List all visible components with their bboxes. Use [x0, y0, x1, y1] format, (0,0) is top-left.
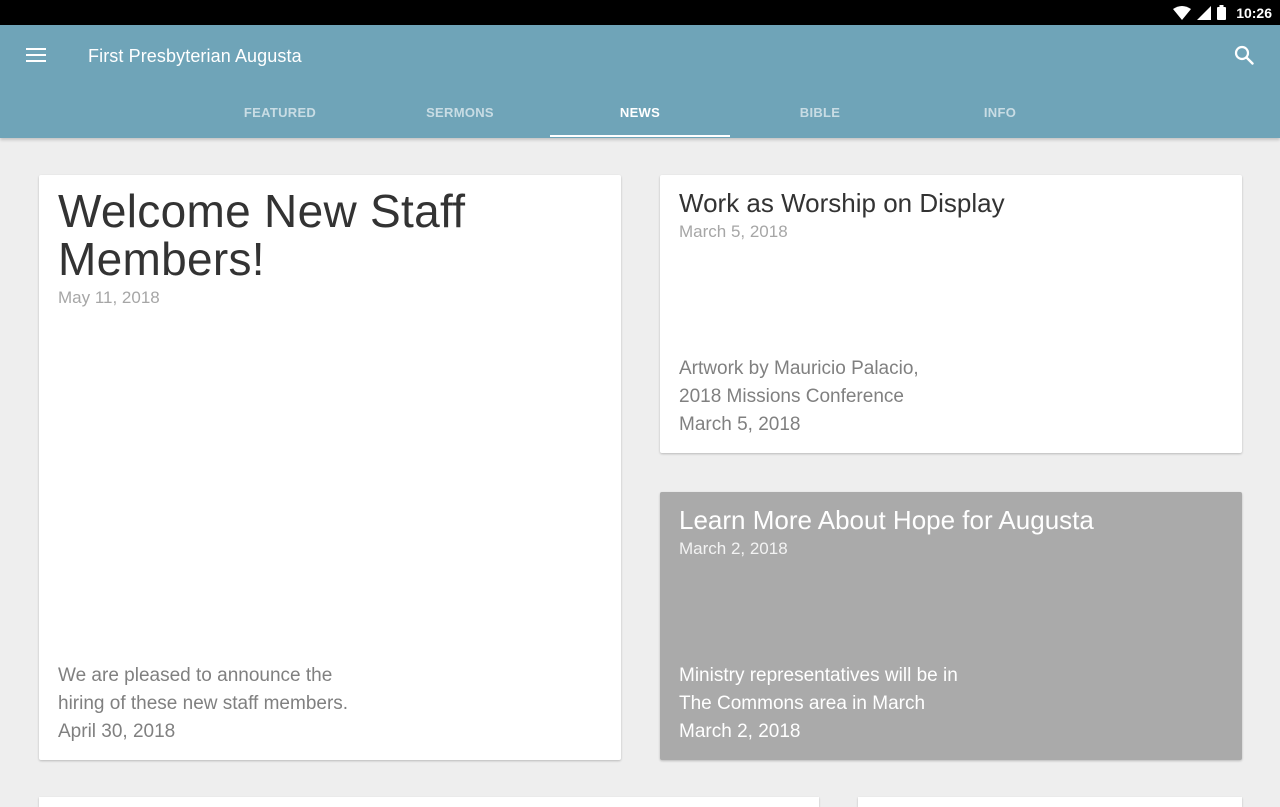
news-card-desc-line: We are pleased to announce the [58, 665, 333, 686]
tab-sermons[interactable]: SERMONS [370, 88, 550, 137]
news-card-desc-line: March 5, 2018 [679, 414, 801, 435]
news-card-date: March 2, 2018 [679, 539, 788, 558]
tab-bible[interactable]: BIBLE [730, 88, 910, 137]
news-card-title: Learn More About Hope for Augusta [679, 505, 1094, 535]
signal-icon [1197, 5, 1212, 20]
tab-bar: FEATURED SERMONS NEWS BIBLE INFO [190, 88, 1090, 137]
news-card-date: May 11, 2018 [58, 288, 160, 307]
news-card-desc-line: March 2, 2018 [679, 721, 801, 742]
news-card-title: Work as Worship on Display [679, 188, 1005, 218]
news-card-desc-line: Artwork by Mauricio Palacio, [679, 358, 919, 379]
news-card-date: March 5, 2018 [679, 222, 788, 241]
hamburger-menu-icon [26, 47, 46, 67]
news-card-next-peek[interactable] [39, 797, 819, 807]
tab-info[interactable]: INFO [910, 88, 1090, 137]
news-card-desc-line: 2018 Missions Conference [679, 386, 904, 407]
news-card-hope-for-augusta[interactable]: Learn More About Hope for Augusta March … [660, 492, 1242, 760]
menu-button[interactable] [18, 39, 54, 75]
status-clock: 10:26 [1236, 4, 1272, 21]
battery-icon [1217, 5, 1227, 20]
news-card-work-as-worship[interactable]: Work as Worship on Display March 5, 2018… [660, 175, 1242, 453]
news-card-desc-line: Ministry representatives will be in [679, 665, 958, 686]
tab-news[interactable]: NEWS [550, 88, 730, 137]
news-card-desc-line: The Commons area in March [679, 693, 926, 714]
news-card-title: Welcome New Staff Members! [58, 185, 466, 285]
app-bar: First Presbyterian Augusta FEATURED SERM… [0, 25, 1280, 138]
news-card-desc-line: April 30, 2018 [58, 721, 176, 742]
search-button[interactable] [1226, 39, 1262, 75]
tab-featured[interactable]: FEATURED [190, 88, 370, 137]
search-icon [1234, 45, 1254, 70]
news-card-description: Ministry representatives will be in The … [679, 662, 1099, 746]
news-card-description: We are pleased to announce the hiring of… [58, 662, 478, 746]
news-card-description: Artwork by Mauricio Palacio, 2018 Missio… [679, 355, 1099, 439]
news-card-welcome-staff[interactable]: Welcome New Staff Members! May 11, 2018 … [39, 175, 621, 760]
status-icons: 10:26 [1173, 0, 1272, 25]
app-title: First Presbyterian Augusta [88, 46, 302, 66]
news-card-desc-line: hiring of these new staff members. [58, 693, 349, 714]
news-card-next-peek[interactable] [858, 797, 1242, 807]
status-bar: 10:26 [0, 0, 1280, 25]
wifi-icon [1173, 5, 1192, 20]
